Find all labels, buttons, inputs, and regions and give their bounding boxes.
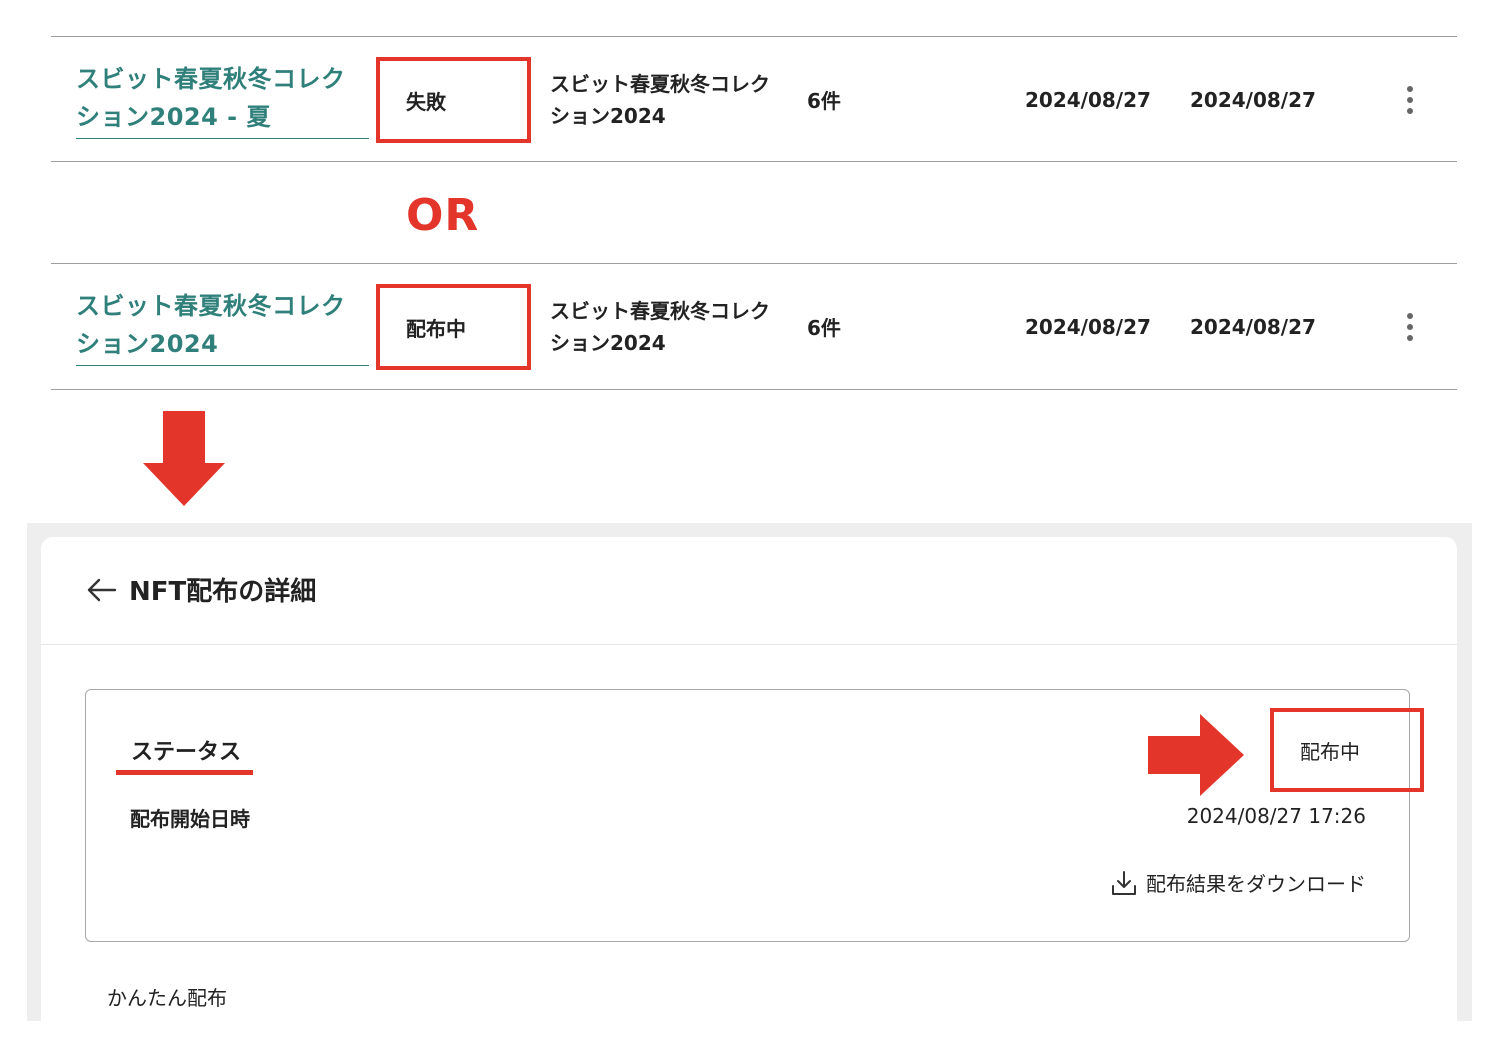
item-count: 6件 [807,89,841,113]
start-datetime-value: 2024/08/27 17:26 [1186,804,1366,828]
status-section: ステータス 配布開始日時 配布中 2024/08/27 17:26 配布結果をダ… [85,689,1424,942]
download-results-button[interactable]: 配布結果をダウンロード [1110,868,1366,897]
page-title: NFT配布の詳細 [129,577,317,607]
distribution-name-link[interactable]: スビット春夏秋冬コレクション2024 - 夏 [76,60,369,139]
download-icon [1112,870,1136,895]
status-text: 失敗 [406,89,446,114]
created-date: 2024/08/27 [1025,314,1151,339]
card-header: NFT配布の詳細 [41,537,1457,645]
more-vert-icon[interactable] [1398,80,1422,120]
collection-name: スビット春夏秋冬コレクション2024 [550,71,770,128]
easy-distribution-label: かんたん配布 [107,986,227,1010]
status-underline-annotation [116,770,253,775]
table-row: スビット春夏秋冬コレクション2024 配布中 スビット春夏秋冬コレクション202… [51,264,1457,389]
status-value-badge: 配布中 [1270,708,1424,792]
distribution-name-link[interactable]: スビット春夏秋冬コレクション2024 [76,287,369,366]
distribution-name-cell: スビット春夏秋冬コレクション2024 [76,264,369,389]
arrow-left-icon[interactable] [85,577,117,603]
status-label: ステータス [131,740,242,765]
or-annotation: OR [406,190,480,241]
status-text: 配布中 [406,316,466,341]
status-badge-distributing: 配布中 [376,284,531,370]
status-value: 配布中 [1300,739,1360,764]
detail-card: NFT配布の詳細 ステータス 配布開始日時 配布中 2024/08/27 17:… [41,537,1457,1021]
collection-name: スビット春夏秋冬コレクション2024 [550,298,770,355]
item-count: 6件 [807,316,841,340]
table-row: スビット春夏秋冬コレクション2024 - 夏 失敗 スビット春夏秋冬コレクション… [51,37,1457,162]
row-divider [51,161,1457,162]
distribution-name-cell: スビット春夏秋冬コレクション2024 - 夏 [76,37,369,162]
right-arrow-icon [1148,714,1244,796]
down-arrow-icon [143,411,225,506]
row-divider-bottom [51,389,1457,390]
created-date: 2024/08/27 [1025,87,1151,112]
more-vert-icon[interactable] [1398,307,1422,347]
updated-date: 2024/08/27 [1190,87,1316,112]
updated-date: 2024/08/27 [1190,314,1316,339]
download-label: 配布結果をダウンロード [1146,872,1366,896]
start-datetime-label: 配布開始日時 [130,807,250,831]
status-badge-failed: 失敗 [376,57,531,143]
